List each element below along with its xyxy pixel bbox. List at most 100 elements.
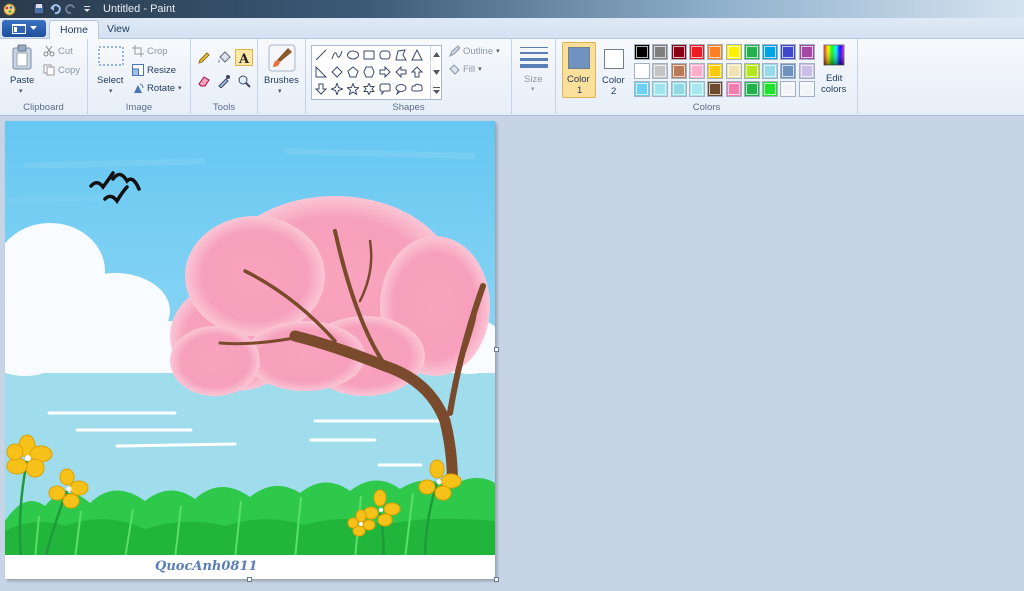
color-swatch[interactable] [707, 62, 724, 79]
resize-handle-right[interactable] [494, 347, 499, 352]
line-shape[interactable] [314, 48, 328, 62]
paint-menu-button[interactable] [2, 20, 46, 37]
tab-view[interactable]: View [97, 20, 140, 40]
color-swatch[interactable] [762, 81, 779, 97]
window-title: Untitled - Paint [103, 3, 176, 15]
shapes-gallery [311, 45, 442, 100]
redo-icon[interactable] [64, 2, 78, 16]
up-arrow-shape[interactable] [410, 65, 424, 79]
color-swatch[interactable] [688, 44, 705, 60]
color-swatch[interactable] [743, 62, 760, 79]
copy-button[interactable]: Copy [43, 64, 80, 76]
right-arrow-shape[interactable] [378, 65, 392, 79]
resize-handle-corner[interactable] [494, 577, 499, 582]
color-swatch[interactable] [652, 62, 669, 79]
drawing-canvas[interactable]: QuocAnh0811 [5, 121, 495, 579]
color-swatch[interactable] [634, 81, 650, 97]
color-swatch[interactable] [707, 81, 724, 97]
color-swatch[interactable] [762, 44, 779, 60]
color-swatch[interactable] [798, 44, 815, 60]
brushes-button[interactable]: Brushes ▾ [262, 42, 302, 102]
clipboard-group-label: Clipboard [23, 102, 64, 113]
triangle-shape[interactable] [410, 48, 424, 62]
pentagon-shape[interactable] [346, 65, 360, 79]
resize-handle-bottom[interactable] [247, 577, 252, 582]
color-swatch[interactable] [780, 81, 797, 97]
select-button[interactable]: Select ▾ [94, 42, 128, 100]
color-swatch[interactable] [688, 81, 705, 97]
down-arrow-shape[interactable] [314, 82, 328, 96]
color-swatch[interactable] [798, 81, 815, 97]
resize-button[interactable]: Resize [132, 64, 176, 76]
customize-toolbar-icon[interactable] [80, 2, 94, 16]
color2-button[interactable]: Color 2 [599, 42, 629, 98]
rectangle-shape[interactable] [362, 48, 376, 62]
color-swatch[interactable] [652, 81, 669, 97]
five-point-star-shape[interactable] [346, 82, 360, 96]
title-bar: Untitled - Paint [0, 0, 1024, 18]
color-swatch[interactable] [670, 62, 687, 79]
right-triangle-shape[interactable] [314, 65, 328, 79]
color-swatch[interactable] [780, 44, 797, 60]
left-arrow-shape[interactable] [394, 65, 408, 79]
color-swatch[interactable] [780, 62, 797, 79]
color-swatch[interactable] [743, 81, 760, 97]
eraser-tool[interactable] [195, 72, 213, 89]
edit-colors-button[interactable]: Edit colors [818, 42, 850, 100]
edit-colors-label-2: colors [821, 84, 847, 95]
select-dropdown-icon: ▾ [109, 88, 113, 95]
cloud-callout-shape[interactable] [410, 82, 424, 96]
color-swatch[interactable] [743, 44, 760, 60]
shapes-expand-button[interactable] [430, 82, 441, 99]
color-swatch[interactable] [634, 44, 650, 60]
hexagon-shape[interactable] [362, 65, 376, 79]
color-swatch[interactable] [688, 62, 705, 79]
color1-button[interactable]: Color 1 [562, 42, 596, 98]
color-swatch[interactable] [670, 81, 687, 97]
oval-callout-shape[interactable] [394, 82, 408, 96]
brush-icon [268, 44, 296, 72]
color-swatch[interactable] [634, 62, 650, 79]
color-swatch[interactable] [798, 62, 815, 79]
rotate-button[interactable]: Rotate ▾ [132, 82, 182, 94]
rotate-icon [134, 83, 144, 93]
fill-button[interactable]: Fill ▾ [448, 63, 482, 75]
rounded-callout-shape[interactable] [378, 82, 392, 96]
outline-button[interactable]: Outline ▾ [448, 45, 500, 57]
tab-home[interactable]: Home [49, 20, 100, 40]
color-picker-tool[interactable] [215, 72, 233, 89]
oval-shape[interactable] [346, 48, 360, 62]
color-swatch[interactable] [725, 81, 742, 97]
pencil-tool[interactable] [195, 49, 213, 66]
rounded-rectangle-shape[interactable] [378, 48, 392, 62]
paste-button[interactable]: Paste ▾ [6, 42, 38, 100]
image-group-label: Image [125, 102, 153, 113]
shapes-scroll-up[interactable] [430, 46, 441, 63]
fill-tool[interactable] [215, 49, 233, 66]
diamond-shape[interactable] [330, 65, 344, 79]
tools-group-label: Tools [212, 102, 236, 113]
size-label: Size [524, 74, 543, 85]
size-button[interactable]: Size ▾ [518, 43, 550, 97]
curve-shape[interactable] [330, 48, 344, 62]
color-swatch[interactable] [762, 62, 779, 79]
color-swatch[interactable] [670, 44, 687, 60]
six-point-star-shape[interactable] [362, 82, 376, 96]
polygon-shape[interactable] [394, 48, 408, 62]
fill-dropdown-icon: ▾ [478, 66, 482, 73]
color-swatch[interactable] [707, 44, 724, 60]
color-swatch[interactable] [725, 62, 742, 79]
text-tool[interactable]: A [235, 49, 253, 66]
shapes-scroll-down[interactable] [430, 64, 441, 81]
paint-app-icon[interactable] [2, 2, 16, 16]
undo-icon[interactable] [48, 2, 62, 16]
clipboard-icon [12, 44, 32, 70]
cut-button[interactable]: Cut [43, 45, 73, 57]
save-icon[interactable] [32, 2, 46, 16]
color-swatch[interactable] [725, 44, 742, 60]
resize-icon [132, 64, 144, 76]
four-point-star-shape[interactable] [330, 82, 344, 96]
color-swatch[interactable] [652, 44, 669, 60]
crop-button[interactable]: Crop [132, 45, 168, 57]
magnifier-tool[interactable] [235, 72, 253, 89]
